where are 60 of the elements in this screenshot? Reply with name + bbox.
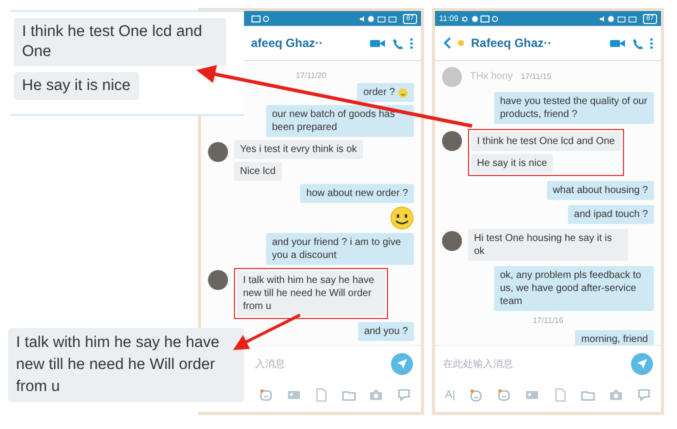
message-bubble: what about housing ? [546, 181, 654, 200]
smiley-icon[interactable] [469, 388, 484, 402]
avatar [442, 67, 462, 87]
chat-bubble-icon[interactable] [636, 388, 651, 402]
message-bubble: He say it is nice [14, 72, 139, 100]
message-bubble: ok, any problem pls feedback to us, we have good after-service team [494, 266, 654, 311]
message-bubble: He say it is nice [471, 154, 554, 173]
video-camera-icon[interactable] [610, 38, 625, 48]
send-button[interactable] [391, 353, 413, 375]
message-input[interactable]: 入消息 [255, 358, 385, 370]
message-bubble: I talk with him he say he have new till he need he Will order from u [237, 271, 385, 316]
message-bubble: I think he test One lcd and One [471, 132, 621, 151]
contact-card-icon[interactable] [525, 388, 540, 402]
more-menu-icon[interactable] [410, 38, 413, 48]
message-bubble: how about new order ? [300, 184, 414, 203]
file-icon[interactable] [553, 388, 568, 402]
message-bubble: Hi test One housing he say it is ok [468, 229, 628, 261]
sticker-icon[interactable] [497, 388, 512, 402]
message-bubble: and ipad touch ? [568, 205, 654, 224]
status-time: 11:09 [439, 14, 458, 23]
avatar [442, 231, 462, 251]
date-label: 17/11/16 [532, 316, 564, 325]
contact-name[interactable]: Rafeeq Ghaz·· [471, 36, 552, 50]
avatar [208, 142, 228, 162]
online-status-dot [458, 40, 464, 46]
smiley-icon [398, 88, 408, 98]
file-icon[interactable] [314, 388, 328, 402]
back-icon[interactable] [443, 37, 451, 49]
sticker-icon[interactable] [259, 388, 273, 402]
contact-card-icon[interactable] [286, 388, 301, 402]
avatar [442, 131, 462, 151]
message-bubble: have you tested the quality of our products, friend ? [494, 92, 654, 124]
paper-plane-icon [396, 358, 408, 370]
system-status-icons [599, 14, 640, 22]
message-text: THx hony [470, 70, 513, 82]
video-camera-icon[interactable] [370, 38, 385, 48]
more-menu-icon[interactable] [650, 38, 653, 48]
contact-name[interactable]: afeeq Ghaz·· [251, 36, 324, 50]
message-bubble: our new batch of goods has been prepared [266, 105, 414, 137]
phone-icon[interactable] [392, 38, 403, 48]
message-input[interactable]: 在此处输入消息 [443, 358, 625, 370]
message-bubble: order ? [357, 83, 414, 102]
phone-icon[interactable] [632, 38, 643, 48]
camera-icon[interactable] [609, 388, 624, 402]
message-bubble: Yes i test it evry think is ok [234, 140, 363, 159]
message-bubble: Nice lcd [234, 162, 282, 181]
message-bubble: and you ? [358, 322, 414, 341]
date-label: 17/11/20 [296, 71, 326, 80]
smiley-sticker-icon [390, 206, 414, 230]
chat-bubble-icon[interactable] [396, 388, 411, 402]
message-bubble: I think he test One lcd and One [14, 18, 226, 66]
paper-plane-icon [636, 358, 648, 370]
message-bubble: morning, friend [575, 330, 654, 345]
send-button[interactable] [631, 353, 653, 375]
message-bubble: I talk with him he say he have new till he need he Will order from u [8, 328, 244, 402]
system-status-icons [359, 14, 400, 22]
date-label: 17/11/15 [520, 72, 552, 80]
avatar [208, 270, 228, 290]
message-bubble: and your friend ? i am to give you a discount [266, 233, 414, 265]
camera-icon[interactable] [369, 388, 384, 402]
